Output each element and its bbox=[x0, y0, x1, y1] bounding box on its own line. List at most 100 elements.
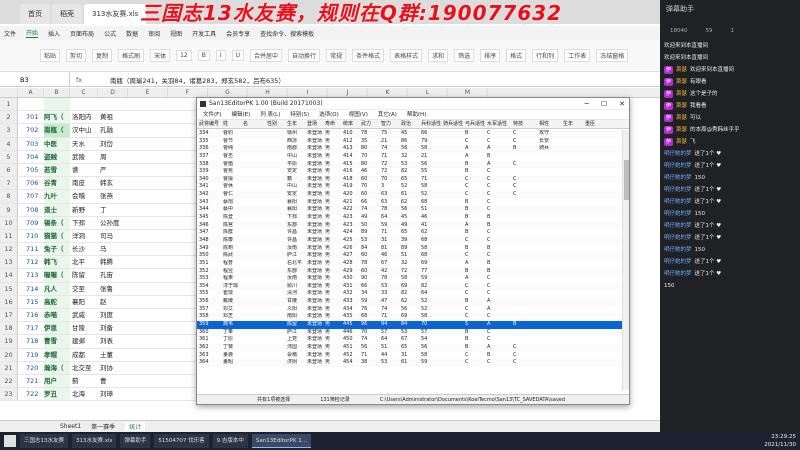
row-number[interactable]: 5 bbox=[0, 150, 18, 163]
windows-start-icon[interactable] bbox=[4, 435, 16, 447]
cell-b[interactable]: 九叶 bbox=[44, 190, 70, 203]
filter-button[interactable]: 筛选 bbox=[454, 49, 475, 62]
menu-dev-tools[interactable]: 开发工具 bbox=[192, 29, 216, 38]
menu-page-layout[interactable]: 页面布局 bbox=[70, 29, 94, 38]
cell-b[interactable]: 谷青 bbox=[44, 177, 70, 190]
editor-column-header[interactable]: 姓 bbox=[221, 120, 241, 128]
cell-c[interactable]: 天水 bbox=[70, 138, 98, 150]
chat-username[interactable]: 明仔她的梦 bbox=[664, 186, 692, 194]
cell-c[interactable]: 武陵 bbox=[70, 151, 98, 163]
taskbar-item[interactable]: 弹幕助手 bbox=[120, 434, 151, 448]
scrollbar-thumb[interactable] bbox=[624, 160, 629, 200]
editor-column-header[interactable]: 智力 bbox=[379, 120, 399, 128]
row-number[interactable]: 16 bbox=[0, 295, 18, 308]
editor-row[interactable]: 354 淳于琼 颍川 未登场男 431 66 53 69 82 C C bbox=[197, 282, 622, 291]
cell-b[interactable]: 伊恩 bbox=[44, 322, 70, 335]
chat-username[interactable]: 明仔她的梦 bbox=[664, 198, 692, 206]
cell-a[interactable]: 709 bbox=[18, 217, 44, 229]
cell-a[interactable]: 714 bbox=[18, 283, 44, 295]
row-number[interactable]: 7 bbox=[0, 177, 18, 190]
cell-a[interactable]: 716 bbox=[18, 309, 44, 321]
row-number[interactable]: 14 bbox=[0, 269, 18, 282]
row-number[interactable]: 18 bbox=[0, 322, 18, 335]
editor-column-header[interactable]: 弓兵适性 bbox=[463, 120, 485, 128]
chat-username[interactable]: 明仔她的梦 bbox=[664, 210, 692, 218]
column-m[interactable]: M bbox=[448, 88, 488, 97]
cell-c[interactable]: 长沙 bbox=[70, 243, 98, 255]
cell-b[interactable]: 凡人 bbox=[44, 282, 70, 295]
editor-row[interactable]: 337 曹丕 中山 未登场男 414 70 71 32 21 A B bbox=[197, 153, 622, 161]
cell-a[interactable]: 720 bbox=[18, 362, 44, 374]
editor-row[interactable]: 357 邓艾 义阳 未登场男 434 76 74 56 52 C A bbox=[197, 306, 622, 314]
row-number[interactable]: 19 bbox=[0, 335, 18, 348]
tab-workbook[interactable]: 313水友赛.xls bbox=[84, 4, 147, 24]
cell-b[interactable]: 罗丑 bbox=[44, 388, 70, 401]
cell-c[interactable]: 北海 bbox=[70, 388, 98, 400]
editor-scrollbar[interactable] bbox=[622, 130, 629, 390]
cell-a[interactable]: 719 bbox=[18, 349, 44, 361]
cell-a[interactable]: 703 bbox=[18, 138, 44, 150]
cell-a[interactable]: 717 bbox=[18, 322, 44, 334]
editor-menu-list[interactable]: 列 表(L) bbox=[260, 110, 280, 119]
cell-b[interactable]: 盗贼 bbox=[44, 150, 70, 163]
row-number[interactable]: 13 bbox=[0, 256, 18, 269]
bold-button[interactable]: B bbox=[197, 50, 210, 61]
cell-d[interactable]: 周 bbox=[98, 151, 128, 163]
editor-menu-special[interactable]: 特别(S) bbox=[290, 110, 309, 119]
row-number[interactable]: 23 bbox=[0, 388, 18, 401]
cell-d[interactable]: 丁 bbox=[98, 204, 128, 216]
formula-input[interactable]: 南瓶（周瑜241，关羽84，诸葛283，郑玄582，吕布635） bbox=[110, 75, 285, 85]
chat-username[interactable]: 萧瑟 bbox=[676, 126, 687, 134]
editor-row-selected[interactable]: 359 典韦 陈留 未登场男 445 96 94 84 70 S A B bbox=[197, 321, 622, 329]
column-k[interactable]: K bbox=[368, 88, 408, 97]
menu-member[interactable]: 会员专享 bbox=[226, 29, 250, 38]
editor-column-header[interactable]: 武力 bbox=[359, 120, 379, 128]
menu-insert[interactable]: 插入 bbox=[48, 29, 60, 38]
minimize-icon[interactable]: ─ bbox=[585, 98, 589, 110]
cell-c[interactable]: 襄阳 bbox=[70, 296, 98, 308]
underline-button[interactable]: U bbox=[231, 50, 245, 61]
editor-row[interactable]: 335 曹节 西凉 未登场男 412 35 21 86 79 C C C 长安 bbox=[197, 138, 622, 146]
menu-search[interactable]: 查找命令、搜索模板 bbox=[260, 29, 314, 38]
column-a[interactable]: A bbox=[18, 88, 44, 97]
editor-row[interactable]: 352 程昱 东郡 未登场男 429 60 42 72 77 B B bbox=[197, 267, 622, 276]
editor-column-header[interactable]: 重臣 bbox=[583, 120, 603, 128]
conditional-format-button[interactable]: 条件格式 bbox=[352, 49, 385, 62]
cell-d[interactable]: 韩玄 bbox=[98, 177, 128, 189]
editor-row[interactable]: 343 蔡瑁 襄阳 未登场男 421 66 63 62 68 B C bbox=[197, 199, 622, 207]
cell-d[interactable]: 公孙度 bbox=[98, 217, 128, 229]
cell-b[interactable]: 韩飞 bbox=[44, 256, 70, 269]
cell-b[interactable]: 喔喔（ bbox=[44, 269, 70, 282]
editor-row[interactable]: 334 曹豹 徐州 未登场男 410 78 75 45 66 B C C 攻守 bbox=[197, 130, 622, 138]
editor-menu-other[interactable]: 其它(A) bbox=[378, 110, 397, 119]
cell-a[interactable]: 706 bbox=[18, 177, 44, 189]
cell-a[interactable]: 713 bbox=[18, 269, 44, 281]
cell-b[interactable]: 锡条（ bbox=[44, 216, 70, 229]
editor-row[interactable]: 360 丁奉 庐江 未登场男 446 70 57 53 57 B C bbox=[197, 328, 622, 337]
cell-b[interactable]: 中医 bbox=[44, 137, 70, 150]
menu-formula[interactable]: 公式 bbox=[104, 29, 116, 38]
cell-c[interactable]: 成都 bbox=[70, 349, 98, 361]
row-number[interactable]: 10 bbox=[0, 216, 18, 229]
sum-button[interactable]: 求和 bbox=[428, 49, 449, 62]
editor-row[interactable]: 361 丁原 上党 未登场男 450 74 64 67 54 B C bbox=[197, 336, 622, 344]
editor-column-header[interactable]: 性别 bbox=[265, 120, 285, 128]
column-d[interactable]: D bbox=[98, 88, 128, 97]
menu-view[interactable]: 视图 bbox=[170, 29, 182, 38]
menu-file[interactable]: 文件 bbox=[4, 29, 16, 38]
editor-row[interactable]: 344 蔡中 襄阳 未登场男 422 74 78 56 51 B C bbox=[197, 206, 622, 215]
taskbar-item[interactable]: 51504707 伐乐客 bbox=[154, 434, 209, 448]
editor-row[interactable]: 353 程秉 汝南 未登场男 430 90 78 58 59 A C bbox=[197, 275, 622, 283]
taskbar-item[interactable]: 313水友赛.xls bbox=[72, 434, 117, 448]
chat-username[interactable]: 明仔她的梦 bbox=[664, 150, 692, 158]
editor-row[interactable]: 355 崔琰 清河 未登场男 432 34 33 82 64 C C bbox=[197, 290, 622, 298]
rows-cols-button[interactable]: 行和列 bbox=[532, 49, 559, 62]
system-clock[interactable]: 23:29:25 2021/11/30 bbox=[764, 433, 796, 449]
editor-column-header[interactable]: 生年 bbox=[561, 120, 583, 128]
format-button[interactable]: 格式 bbox=[506, 49, 527, 62]
editor-row[interactable]: 351 程普 右北平 未登场男 428 78 67 32 69 A B bbox=[197, 260, 622, 268]
cell-c[interactable]: 洋洞 bbox=[70, 230, 98, 242]
cell-d[interactable]: 孔融 bbox=[98, 124, 128, 136]
editor-row[interactable]: 363 董袭 会稽 未登场男 452 71 44 31 58 C B C bbox=[197, 352, 622, 360]
close-icon[interactable]: ✕ bbox=[619, 98, 625, 110]
